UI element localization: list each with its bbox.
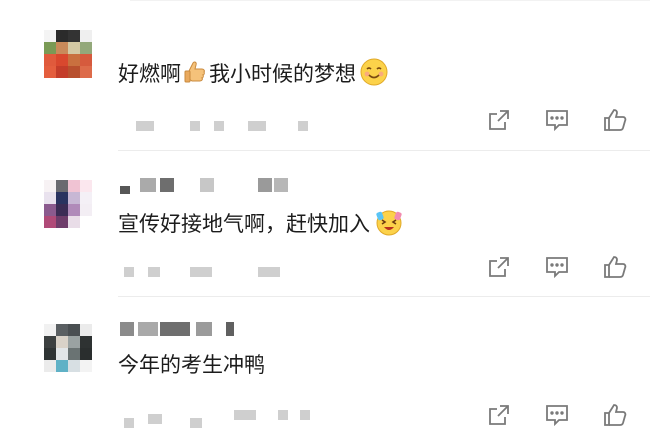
comment-item: 宣传好接地气啊，赶快加入	[0, 150, 650, 296]
thumbs-up-icon[interactable]	[602, 402, 628, 428]
timestamp-blur	[278, 410, 288, 420]
comment-text: 好燃啊 我小时候的梦想	[118, 57, 392, 93]
timestamp-blur	[258, 267, 280, 277]
comment-actions	[486, 107, 628, 133]
timestamp-blur	[124, 267, 134, 277]
timestamp-blur	[190, 121, 200, 131]
timestamp-blur	[248, 121, 266, 131]
share-icon[interactable]	[486, 254, 512, 280]
avatar[interactable]	[44, 180, 92, 228]
username-blur	[258, 178, 272, 192]
thumbs-up-emoji	[184, 60, 206, 90]
username-blur	[200, 178, 214, 192]
thumbs-up-icon[interactable]	[602, 254, 628, 280]
comment-item: 今年的考生冲鸭	[0, 296, 650, 447]
username-blur	[140, 178, 156, 192]
timestamp-blur	[190, 418, 202, 428]
timestamp-blur	[234, 410, 256, 420]
timestamp-blur	[300, 410, 310, 420]
comment-icon[interactable]	[544, 107, 570, 133]
smiling-face-emoji	[359, 57, 389, 93]
comment-item: 好燃啊 我小时候的梦想	[0, 0, 650, 150]
comment-actions	[486, 254, 628, 280]
timestamp-blur	[136, 121, 154, 131]
comment-text: 宣传好接地气啊，赶快加入	[118, 206, 408, 244]
timestamp-blur	[148, 267, 160, 277]
comment-icon[interactable]	[544, 254, 570, 280]
excited-face-emoji	[373, 206, 405, 244]
comment-icon[interactable]	[544, 402, 570, 428]
username-blur	[274, 178, 288, 192]
share-icon[interactable]	[486, 107, 512, 133]
avatar[interactable]	[44, 30, 92, 78]
username-blur	[226, 322, 234, 336]
timestamp-blur	[148, 414, 162, 424]
username-blur	[120, 186, 130, 194]
username-blur	[120, 322, 134, 336]
comment-text: 今年的考生冲鸭	[118, 353, 265, 377]
username-blur	[160, 322, 190, 336]
thumbs-up-icon[interactable]	[602, 107, 628, 133]
timestamp-blur	[214, 121, 224, 131]
avatar[interactable]	[44, 324, 92, 372]
username-blur	[138, 322, 158, 336]
username-blur	[196, 322, 212, 336]
comment-actions	[486, 402, 628, 428]
share-icon[interactable]	[486, 402, 512, 428]
timestamp-blur	[190, 267, 212, 277]
username-blur	[160, 178, 174, 192]
timestamp-blur	[298, 121, 308, 131]
timestamp-blur	[124, 418, 134, 428]
